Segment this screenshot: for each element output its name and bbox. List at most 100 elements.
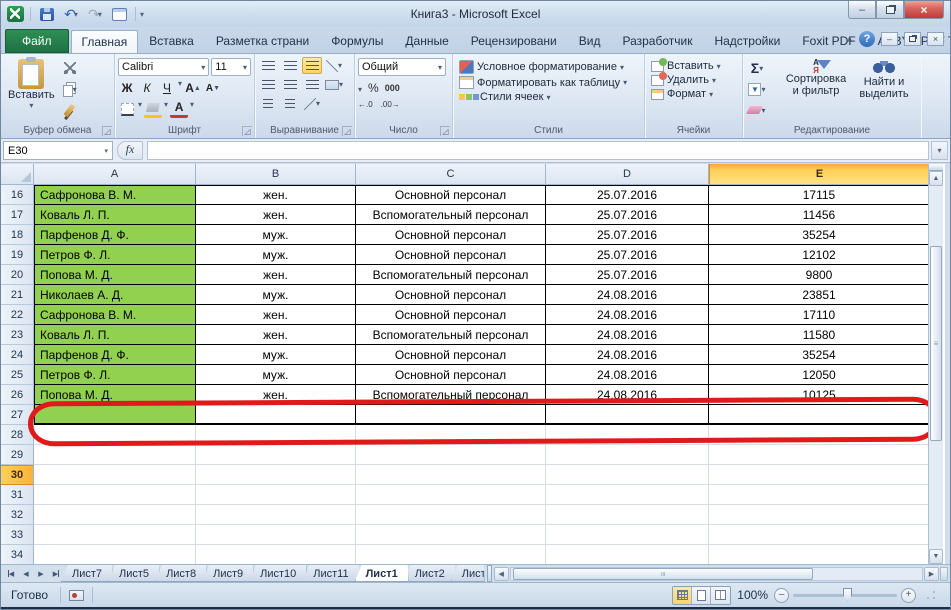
ribbon-tab-7[interactable]: Рецензировани	[460, 29, 568, 53]
cut-button[interactable]	[59, 59, 81, 77]
cell-A33[interactable]	[34, 525, 196, 545]
cell-C34[interactable]	[356, 545, 546, 564]
row-header-24[interactable]: 24	[1, 345, 34, 365]
merge-center-button[interactable]: ▾	[324, 76, 344, 93]
cell-A18[interactable]: Парфенов Д. Ф.	[34, 225, 196, 245]
cell-B24[interactable]: муж.	[196, 345, 356, 365]
row-header-18[interactable]: 18	[1, 225, 34, 245]
first-sheet-button[interactable]: ◀	[4, 567, 18, 581]
cell-C33[interactable]	[356, 525, 546, 545]
format-as-table-button[interactable]: Форматировать как таблицу ▾	[456, 75, 641, 90]
row-header-31[interactable]: 31	[1, 485, 34, 505]
align-center-button[interactable]	[280, 76, 300, 93]
row-header-32[interactable]: 32	[1, 505, 34, 525]
vertical-scroll-thumb[interactable]: ≡	[930, 246, 942, 441]
page-layout-view-button[interactable]	[692, 586, 712, 604]
cell-C31[interactable]	[356, 485, 546, 505]
cell-D30[interactable]	[546, 465, 709, 485]
sheet-tab-1[interactable]: Лист7	[61, 565, 113, 582]
autosum-button[interactable]: Σ ▾	[746, 59, 768, 77]
tab-split-handle[interactable]	[486, 565, 492, 582]
sheet-tab-8[interactable]: Лист2	[404, 565, 456, 582]
expand-formula-bar-button[interactable]: ▾	[931, 141, 948, 160]
cell-D22[interactable]: 24.08.2016	[546, 305, 709, 325]
sheet-tab-7[interactable]: Лист1	[355, 565, 409, 582]
cell-D23[interactable]: 24.08.2016	[546, 325, 709, 345]
last-sheet-button[interactable]: ▶	[49, 567, 63, 581]
row-header-22[interactable]: 22	[1, 305, 34, 325]
underline-dropdown-icon[interactable]: ▾	[178, 79, 182, 97]
insert-function-button[interactable]: fx	[117, 141, 143, 160]
macro-record-button[interactable]	[69, 589, 85, 601]
cell-B17[interactable]: жен.	[196, 205, 356, 225]
collapse-ribbon-button[interactable]: ∧	[846, 34, 853, 45]
row-header-20[interactable]: 20	[1, 265, 34, 285]
increase-indent-button[interactable]	[280, 95, 300, 112]
cell-D24[interactable]: 24.08.2016	[546, 345, 709, 365]
ribbon-tab-2[interactable]: Главная	[70, 30, 139, 53]
increase-decimal-button[interactable]: ←.0	[358, 100, 373, 109]
italic-button[interactable]: К	[138, 79, 156, 97]
column-header-B[interactable]: B	[196, 164, 356, 185]
horizontal-scrollbar[interactable]: ◀ ≡ ▶	[493, 566, 948, 581]
shrink-font-button[interactable]: А ▼	[204, 79, 222, 97]
cell-C19[interactable]: Основной персонал	[356, 245, 546, 265]
ribbon-tab-8[interactable]: Вид	[568, 29, 612, 53]
cell-A22[interactable]: Сафронова В. М.	[34, 305, 196, 325]
ribbon-tab-9[interactable]: Разработчик	[611, 29, 703, 53]
cell-D17[interactable]: 25.07.2016	[546, 205, 709, 225]
cell-A19[interactable]: Петров Ф. Л.	[34, 245, 196, 265]
cell-A24[interactable]: Парфенов Д. Ф.	[34, 345, 196, 365]
cell-A32[interactable]	[34, 505, 196, 525]
clear-button[interactable]: ▾	[746, 101, 768, 119]
restore-button[interactable]	[876, 1, 904, 19]
row-header-23[interactable]: 23	[1, 325, 34, 345]
cell-A30[interactable]	[34, 465, 196, 485]
row-header-34[interactable]: 34	[1, 545, 34, 564]
sheet-tab-6[interactable]: Лист11	[302, 565, 359, 582]
alignment-dialog-launcher[interactable]: ◿	[342, 126, 352, 136]
normal-view-button[interactable]	[673, 586, 693, 604]
cell-B32[interactable]	[196, 505, 356, 525]
row-header-16[interactable]: 16	[1, 185, 34, 205]
ribbon-tab-3[interactable]: Вставка	[138, 29, 205, 53]
sheet-tab-3[interactable]: Лист8	[155, 565, 207, 582]
comma-style-button[interactable]: 000	[385, 83, 400, 93]
number-format-combo[interactable]: Общий ▾	[358, 58, 446, 76]
cell-E18[interactable]: 35254	[709, 225, 930, 245]
column-header-A[interactable]: A	[34, 164, 196, 185]
cell-D19[interactable]: 25.07.2016	[546, 245, 709, 265]
vertical-scrollbar[interactable]: ▲ ≡ ▼	[928, 164, 943, 564]
column-header-E[interactable]: E	[709, 164, 930, 185]
ribbon-tab-1[interactable]: Файл	[5, 29, 69, 53]
cell-C29[interactable]	[356, 445, 546, 465]
cell-A16[interactable]: Сафронова В. М.	[34, 185, 196, 205]
cell-A31[interactable]	[34, 485, 196, 505]
cell-C30[interactable]	[356, 465, 546, 485]
window-resize-grip[interactable]	[926, 590, 936, 600]
workbook-close-button[interactable]: ×	[927, 32, 944, 46]
cell-E17[interactable]: 11456	[709, 205, 930, 225]
cell-D29[interactable]	[546, 445, 709, 465]
cell-E33[interactable]	[709, 525, 930, 545]
font-size-combo[interactable]: 11 ▾	[211, 58, 251, 76]
cell-B19[interactable]: муж.	[196, 245, 356, 265]
cell-C32[interactable]	[356, 505, 546, 525]
zoom-level[interactable]: 100%	[737, 588, 768, 602]
bold-button[interactable]: Ж	[118, 79, 136, 97]
cell-styles-button[interactable]: Стили ячеек ▾	[456, 90, 641, 104]
cell-B25[interactable]: муж.	[196, 365, 356, 385]
cell-B33[interactable]	[196, 525, 356, 545]
accounting-format-button[interactable]: ▾	[358, 79, 362, 97]
paste-button[interactable]: Вставить ▾	[4, 57, 59, 122]
cell-E31[interactable]	[709, 485, 930, 505]
scroll-left-button[interactable]: ◀	[493, 566, 509, 581]
select-all-corner[interactable]	[1, 164, 34, 185]
workbook-minimize-button[interactable]: –	[881, 32, 898, 46]
fill-button[interactable]: ▼ ▾	[746, 80, 768, 98]
row-header-33[interactable]: 33	[1, 525, 34, 545]
cell-A29[interactable]	[34, 445, 196, 465]
cell-C17[interactable]: Вспомогательный персонал	[356, 205, 546, 225]
format-painter-button[interactable]	[59, 101, 81, 119]
column-header-C[interactable]: C	[356, 164, 546, 185]
